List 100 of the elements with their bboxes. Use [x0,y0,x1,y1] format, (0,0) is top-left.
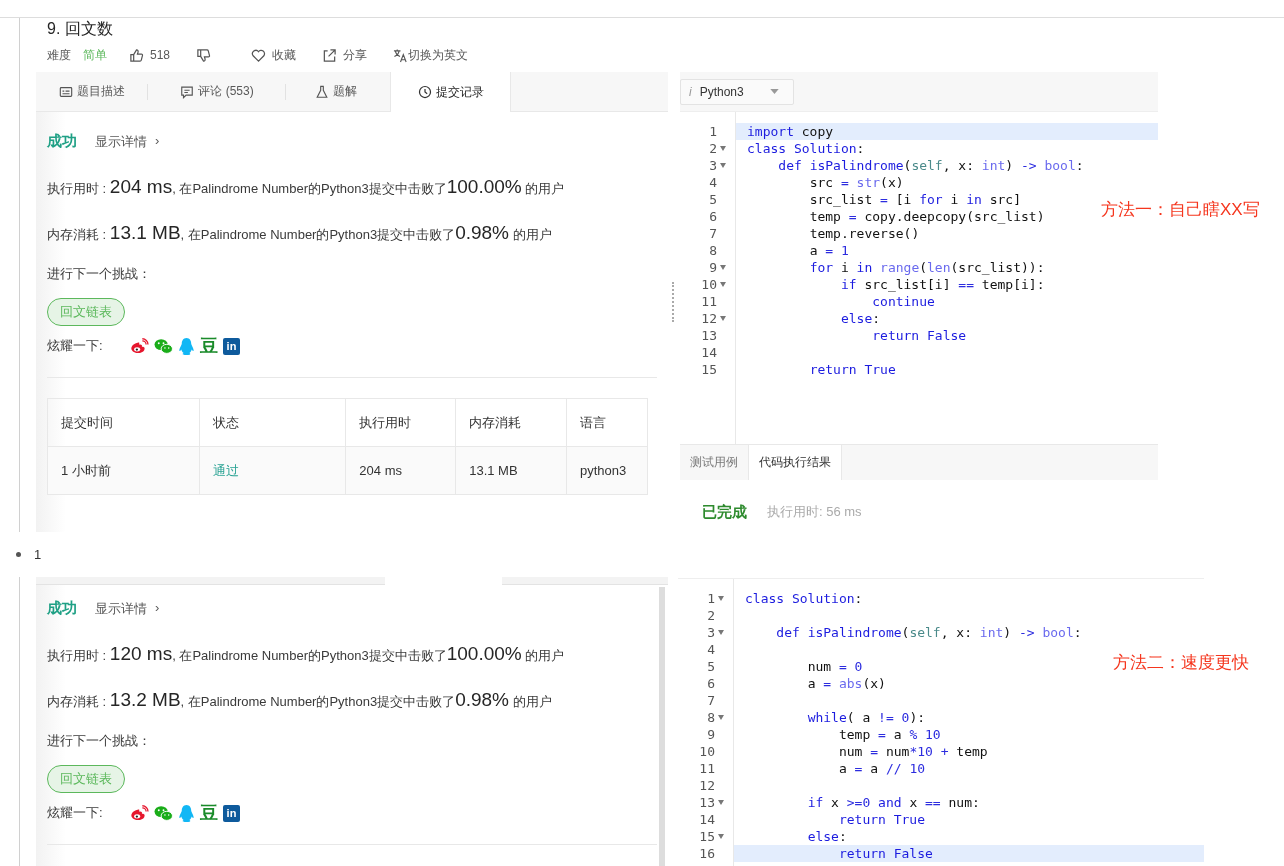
tab[interactable]: 评论 (553) [148,72,286,111]
line-number: 5 [706,658,715,675]
tab[interactable]: 题目描述 [36,72,148,111]
swirl-eye-icon[interactable] [130,804,149,822]
code-line: def isPalindrome(self, x: int) -> bool: [777,157,1084,174]
code-line: temp.reverse() [808,225,920,242]
fold-arrow-icon[interactable] [720,282,726,287]
code-line: continue [871,293,935,310]
line-number: 8 [708,242,717,259]
swirl-eye-icon[interactable] [130,337,149,355]
line-number: 7 [706,692,715,709]
caret-icon [770,89,779,94]
line-number: 15 [699,828,715,845]
code-line: else: [839,310,881,327]
console-tab[interactable]: 测试用例 [680,445,748,480]
language-select[interactable]: i Python3 [680,78,794,105]
fold-arrow-icon[interactable] [720,146,726,151]
penguin-icon[interactable] [178,803,195,823]
chat-bubbles-icon[interactable] [154,804,173,822]
scrollbar[interactable] [659,587,665,866]
code-line: temp = copy.deepcopy(src_list) [808,208,1045,225]
line-number: 12 [701,310,717,327]
dislike-button[interactable] [196,47,212,63]
line-number: 2 [706,607,715,624]
success-status: 成功 [47,599,77,618]
translate-icon [393,47,409,63]
show-details-link[interactable]: 显示详情 › [95,600,160,618]
code-line: temp = a % 10 [837,726,941,743]
code-line: a = abs(x) [806,675,886,692]
bullet-dot [16,552,21,557]
card-icon [59,84,73,99]
line-number: 14 [701,344,717,361]
line-number: 3 [706,624,715,641]
flask-icon [315,84,329,99]
next-challenge-label: 进行下一个挑战： [47,265,152,283]
code-line: def isPalindrome(self, x: int) -> bool: [775,624,1082,641]
next-challenge-label: 进行下一个挑战： [47,732,152,750]
switch-language-button[interactable]: 切换为英文 [393,46,469,64]
show-details-link[interactable]: 显示详情 › [95,133,160,151]
annotation-text: 方法一：自己瞎XX写 [1101,199,1260,221]
share-label: 炫耀一下: [47,804,104,822]
share-badge[interactable]: in [223,804,240,822]
fold-arrow-icon[interactable] [720,316,726,321]
code-line: a = a // 10 [837,760,926,777]
line-number: 6 [708,208,717,225]
share-icon [322,47,338,63]
thumbs-up-icon [129,47,144,63]
line-number: 16 [699,845,715,862]
fold-arrow-icon[interactable] [718,715,724,720]
line-number: 14 [699,811,715,828]
tab[interactable]: 提交记录 [390,72,511,112]
line-number: 4 [706,641,715,658]
fold-arrow-icon[interactable] [718,596,724,601]
fold-arrow-icon[interactable] [718,834,724,839]
line-number: 11 [699,760,715,777]
share-label: 炫耀一下: [47,337,104,355]
line-number: 4 [708,174,717,191]
fold-arrow-icon[interactable] [720,163,726,168]
table-cell: 204 ms [345,446,456,495]
share-button[interactable]: 分享 [322,46,368,64]
line-number: 5 [708,191,717,208]
like-button[interactable]: 518 [129,47,171,63]
code-line: src_list = [i for i in src] [808,191,1021,208]
code-line: num = 0 [806,658,863,675]
console-tab[interactable]: 代码执行结果 [748,445,842,480]
share-glyph[interactable]: 豆 [200,804,218,822]
line-number: 6 [706,675,715,692]
fold-arrow-icon[interactable] [718,800,724,805]
table-cell: 1 小时前 [47,446,200,495]
difficulty-level: 简单 [83,46,107,64]
fold-arrow-icon[interactable] [720,265,726,270]
list-item-text: 1 [34,547,42,562]
tab[interactable]: 题解 [286,72,386,111]
line-number: 9 [706,726,715,743]
heart-icon [251,47,267,63]
line-number: 13 [699,794,715,811]
code-line: else: [806,828,847,845]
share-glyph[interactable]: 豆 [200,337,218,355]
line-number: 11 [701,293,717,310]
fold-arrow-icon[interactable] [718,630,724,635]
penguin-icon[interactable] [178,336,195,356]
code-line: return True [808,361,896,378]
share-badge[interactable]: in [223,337,240,355]
chat-bubbles-icon[interactable] [154,337,173,355]
column-header: 内存消耗 [455,398,567,447]
code-line: class Solution: [744,590,863,607]
line-number: 10 [701,276,717,293]
stat-line: 内存消耗 : 13.2 MB, 在Palindrome Number的Python3提交中击败了 0.98% 的用户 [47,688,553,712]
line-number: 13 [701,327,717,344]
resize-handle[interactable] [672,282,676,322]
annotation-text: 方法二：速度更快 [1113,652,1249,674]
favorite-button[interactable]: 收藏 [251,46,297,64]
line-number: 8 [706,709,715,726]
difficulty-label: 难度 [47,46,71,64]
code-line: return False [871,327,967,344]
code-line: num = num*10 + temp [837,743,988,760]
status-cell: 通过 [199,446,346,495]
table-cell: python3 [566,446,648,495]
line-number: 1 [708,123,717,140]
line-number: 10 [699,743,715,760]
